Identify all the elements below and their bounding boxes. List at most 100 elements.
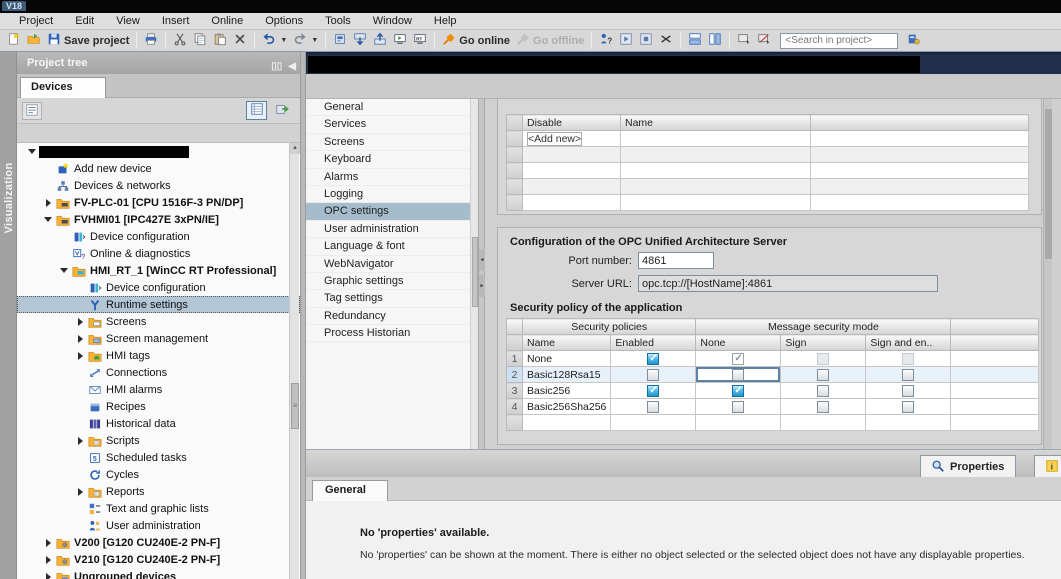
settings-nav-screens[interactable]: Screens <box>306 134 470 151</box>
expander-right-icon[interactable] <box>41 573 55 579</box>
settings-nav-general[interactable]: General <box>306 99 470 116</box>
paste-button[interactable] <box>210 31 230 51</box>
settings-nav-scrollbar[interactable] <box>470 99 478 449</box>
start-simulation-button[interactable] <box>616 31 636 51</box>
runtime-rt-button[interactable]: RT <box>410 31 430 51</box>
checkbox-none[interactable] <box>732 401 744 413</box>
checkbox-sign[interactable] <box>817 385 829 397</box>
copy-button[interactable] <box>190 31 210 51</box>
cross-reference-button[interactable] <box>656 31 676 51</box>
menu-insert[interactable]: Insert <box>151 14 201 28</box>
tree-item-device-configuration[interactable]: Device configuration <box>17 228 300 245</box>
policy-name-cell[interactable]: Basic256Sha256 <box>523 399 611 415</box>
port-number-input[interactable] <box>638 252 714 269</box>
tab-general[interactable]: General <box>312 480 388 501</box>
settings-nav-alarms[interactable]: Alarms <box>306 169 470 186</box>
policy-name-cell[interactable]: Basic128Rsa15 <box>523 367 611 383</box>
go-offline-button[interactable]: Go offline <box>513 31 587 51</box>
accessible-devices-button[interactable]: ? <box>596 31 616 51</box>
tree-sort-button[interactable] <box>22 102 42 120</box>
table-row[interactable] <box>507 147 1029 163</box>
tree-item-devices-networks[interactable]: Devices & networks <box>17 177 300 194</box>
undo-button[interactable]: ▼ <box>259 31 290 51</box>
checkbox-enabled[interactable] <box>647 353 659 365</box>
tree-item-ungrouped-devices[interactable]: Ungrouped devices <box>17 568 300 579</box>
settings-nav-user-administration[interactable]: User administration <box>306 221 470 238</box>
open-project-button[interactable] <box>24 31 44 51</box>
add-new-cell[interactable]: <Add new> <box>527 132 582 146</box>
tree-item-scheduled-tasks[interactable]: 5Scheduled tasks <box>17 449 300 466</box>
tree-item-scripts[interactable]: Scripts <box>17 432 300 449</box>
tree-item-screen-management[interactable]: Screen management <box>17 330 300 347</box>
tree-item-project-root[interactable] <box>17 143 300 160</box>
tree-item-fvhmi01-ipc427e-3xpn-ie[interactable]: FVHMI01 [IPC427E 3xPN/IE] <box>17 211 300 228</box>
delete-button[interactable] <box>230 31 250 51</box>
checkbox-sign[interactable] <box>817 401 829 413</box>
expander-right-icon[interactable] <box>73 437 87 445</box>
tree-item-connections[interactable]: Connections <box>17 364 300 381</box>
checkbox-sign-and-en[interactable] <box>902 385 914 397</box>
upload-from-device-button[interactable] <box>370 31 390 51</box>
checkbox-none[interactable] <box>732 385 744 397</box>
print-button[interactable] <box>141 31 161 51</box>
expander-down-icon[interactable] <box>57 268 71 273</box>
export-button[interactable] <box>271 101 292 120</box>
expander-right-icon[interactable] <box>73 335 87 343</box>
tree-item-reports[interactable]: Reports <box>17 483 300 500</box>
tree-item-online-diagnostics[interactable]: ?Online & diagnostics <box>17 245 300 262</box>
settings-nav-language-font[interactable]: Language & font <box>306 238 470 255</box>
policy-name-cell[interactable]: None <box>523 351 611 367</box>
settings-nav-keyboard[interactable]: Keyboard <box>306 151 470 168</box>
settings-nav-graphic-settings[interactable]: Graphic settings <box>306 273 470 290</box>
tree-item-runtime-settings[interactable]: Runtime settings <box>17 296 300 313</box>
settings-splitter[interactable]: ◄ ► <box>478 99 485 449</box>
tree-item-recipes[interactable]: Recipes <box>17 398 300 415</box>
touch-panel-button[interactable] <box>734 31 754 51</box>
menu-view[interactable]: View <box>105 14 151 28</box>
settings-nav-services[interactable]: Services <box>306 116 470 133</box>
tab-devices[interactable]: Devices <box>20 77 106 98</box>
dropdown-caret-icon[interactable]: ▼ <box>280 37 287 44</box>
checkbox-enabled[interactable] <box>647 369 659 381</box>
menu-online[interactable]: Online <box>200 14 254 28</box>
checkbox-sign-and-en[interactable] <box>902 353 914 365</box>
expander-down-icon[interactable] <box>25 149 39 154</box>
touch-panel-off-button[interactable] <box>754 31 774 51</box>
security-policy-row-basic256sha256[interactable]: 4Basic256Sha256 <box>507 399 1039 415</box>
tree-item-device-configuration[interactable]: Device configuration <box>17 279 300 296</box>
tree-item-hmi-alarms[interactable]: HMI alarms <box>17 381 300 398</box>
settings-nav-webnavigator[interactable]: WebNavigator <box>306 256 470 273</box>
redo-button[interactable]: ▼ <box>290 31 321 51</box>
menu-help[interactable]: Help <box>423 14 468 28</box>
expander-down-icon[interactable] <box>41 217 55 222</box>
tree-item-v210-g120-cu240e-2-pn-f[interactable]: V210 [G120 CU240E-2 PN-F] <box>17 551 300 568</box>
table-row[interactable] <box>507 179 1029 195</box>
go-online-button[interactable]: Go online <box>439 31 513 51</box>
checkbox-none[interactable] <box>732 353 744 365</box>
tree-item-add-new-device[interactable]: Add new device <box>17 160 300 177</box>
expander-right-icon[interactable] <box>73 318 87 326</box>
checkbox-none[interactable] <box>732 369 744 381</box>
table-row[interactable] <box>507 163 1029 179</box>
split-horizontal-button[interactable] <box>685 31 705 51</box>
policy-name-cell[interactable]: Basic256 <box>523 383 611 399</box>
tree-item-historical-data[interactable]: Historical data <box>17 415 300 432</box>
tree-item-screens[interactable]: Screens <box>17 313 300 330</box>
details-view-button[interactable] <box>246 101 267 120</box>
checkbox-sign-and-en[interactable] <box>902 401 914 413</box>
tree-item-text-and-graphic-lists[interactable]: Text and graphic lists <box>17 500 300 517</box>
tree-item-fv-plc-01-cpu-1516f-3-pn-dp[interactable]: FV-PLC-01 [CPU 1516F-3 PN/DP] <box>17 194 300 211</box>
menu-window[interactable]: Window <box>362 14 423 28</box>
start-runtime-button[interactable] <box>390 31 410 51</box>
menu-options[interactable]: Options <box>254 14 314 28</box>
settings-nav-logging[interactable]: Logging <box>306 186 470 203</box>
checkbox-enabled[interactable] <box>647 401 659 413</box>
tree-item-user-administration[interactable]: User administration <box>17 517 300 534</box>
settings-nav-opc-settings[interactable]: OPC settings <box>306 203 470 220</box>
split-vertical-button[interactable] <box>705 31 725 51</box>
save-button[interactable]: Save project <box>44 31 132 51</box>
tree-item-v200-g120-cu240e-2-pn-f[interactable]: V200 [G120 CU240E-2 PN-F] <box>17 534 300 551</box>
content-scrollbar[interactable] <box>1043 99 1052 449</box>
menu-edit[interactable]: Edit <box>64 14 105 28</box>
stop-simulation-button[interactable] <box>636 31 656 51</box>
